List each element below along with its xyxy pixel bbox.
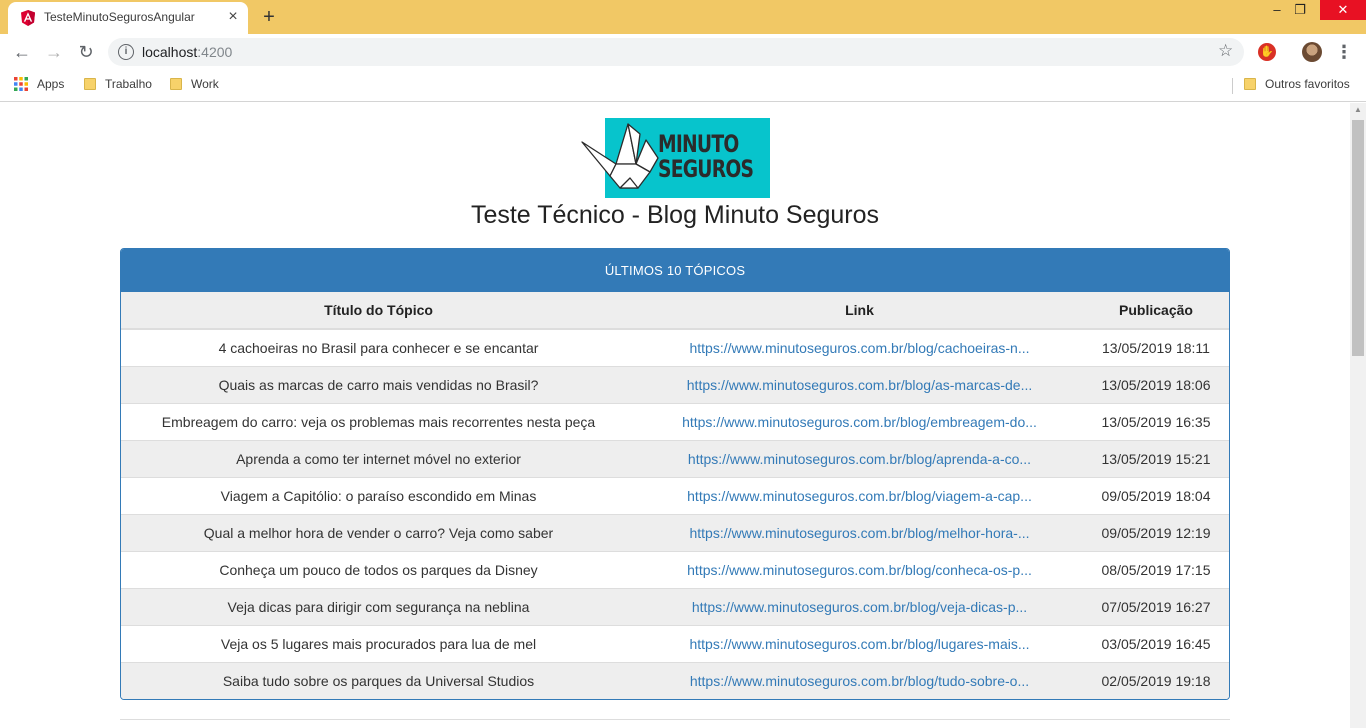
apps-grid-icon <box>14 77 28 91</box>
topic-link[interactable]: https://www.minutoseguros.com.br/blog/co… <box>687 562 1032 578</box>
topic-title: Conheça um pouco de todos os parques da … <box>121 550 636 588</box>
close-tab-icon[interactable]: × <box>224 8 242 26</box>
topics-card: ÚLTIMOS 10 TÓPICOS Título do Tópico Link… <box>120 248 1230 700</box>
browser-tab[interactable]: TesteMinutoSegurosAngular × <box>8 2 248 34</box>
topic-date: 03/05/2019 16:45 <box>1083 624 1229 662</box>
topic-date: 09/05/2019 18:04 <box>1083 476 1229 514</box>
column-header-link: Link <box>636 292 1083 330</box>
url-text[interactable]: localhost:4200 <box>142 44 232 60</box>
topic-title: Aprenda a como ter internet móvel no ext… <box>121 439 636 477</box>
maximize-button[interactable]: ❐ <box>1280 0 1320 20</box>
logo-line-2: SEGUROS <box>658 155 754 183</box>
reload-icon[interactable]: ↻ <box>74 40 98 64</box>
topic-link[interactable]: https://www.minutoseguros.com.br/blog/em… <box>682 414 1037 430</box>
new-tab-icon[interactable]: + <box>258 6 280 28</box>
table-row: Saiba tudo sobre os parques da Universal… <box>121 661 1229 699</box>
browser-tab-bar: TesteMinutoSegurosAngular × + – ❐ ✕ <box>0 0 1366 34</box>
back-arrow-icon[interactable]: ← <box>10 40 34 64</box>
topic-link[interactable]: https://www.minutoseguros.com.br/blog/ap… <box>688 451 1031 467</box>
topic-date: 02/05/2019 19:18 <box>1083 661 1229 699</box>
info-icon[interactable]: i <box>118 44 134 60</box>
browser-toolbar: ← → ↻ i localhost:4200 ☆ ✋ ⋮ <box>0 34 1366 70</box>
logo-line-1: MINUTO <box>658 130 739 158</box>
bookmark-trabalho[interactable]: Trabalho <box>84 77 152 95</box>
topic-link[interactable]: https://www.minutoseguros.com.br/blog/ve… <box>692 599 1027 615</box>
topic-link[interactable]: https://www.minutoseguros.com.br/blog/as… <box>687 377 1032 393</box>
scrollbar-thumb[interactable] <box>1352 120 1364 356</box>
folder-icon <box>1244 78 1256 90</box>
topic-date: 13/05/2019 18:11 <box>1083 328 1229 366</box>
topic-title: 4 cachoeiras no Brasil para conhecer e s… <box>121 328 636 366</box>
bookmark-star-icon[interactable]: ☆ <box>1218 41 1233 61</box>
topic-link[interactable]: https://www.minutoseguros.com.br/blog/ca… <box>689 340 1029 356</box>
table-row: Conheça um pouco de todos os parques da … <box>121 550 1229 588</box>
topic-date: 13/05/2019 16:35 <box>1083 402 1229 440</box>
topic-title: Saiba tudo sobre os parques da Universal… <box>121 661 636 699</box>
bookmark-label: Apps <box>37 77 65 91</box>
table-header-row: Título do Tópico Link Publicação <box>121 292 1229 330</box>
folder-icon <box>84 78 96 90</box>
topic-link[interactable]: https://www.minutoseguros.com.br/blog/vi… <box>687 488 1032 504</box>
minuto-seguros-logo: MINUTO SEGUROS <box>580 118 770 198</box>
column-header-publication: Publicação <box>1083 292 1229 330</box>
table-row: Aprenda a como ter internet móvel no ext… <box>121 439 1229 477</box>
scroll-up-arrow-icon[interactable]: ▲ <box>1350 105 1366 117</box>
footer-divider <box>120 719 1230 720</box>
logo-text: MINUTO SEGUROS <box>658 130 754 183</box>
topic-title: Veja dicas para dirigir com segurança na… <box>121 587 636 625</box>
topic-title: Qual a melhor hora de vender o carro? Ve… <box>121 513 636 551</box>
topic-link[interactable]: https://www.minutoseguros.com.br/blog/me… <box>689 525 1029 541</box>
table-row: Veja os 5 lugares mais procurados para l… <box>121 624 1229 662</box>
bookmarks-bar: Apps Trabalho Work Outros favoritos <box>0 70 1366 102</box>
topic-title: Viagem a Capitólio: o paraíso escondido … <box>121 476 636 514</box>
topic-date: 07/05/2019 16:27 <box>1083 587 1229 625</box>
topic-date: 13/05/2019 15:21 <box>1083 439 1229 477</box>
angular-icon <box>21 10 35 26</box>
topic-date: 09/05/2019 12:19 <box>1083 513 1229 551</box>
url-host: localhost <box>142 44 198 60</box>
table-row: Viagem a Capitólio: o paraíso escondido … <box>121 476 1229 514</box>
table-row: Veja dicas para dirigir com segurança na… <box>121 587 1229 625</box>
address-bar[interactable]: i localhost:4200 ☆ <box>108 38 1244 66</box>
page-scrollbar[interactable]: ▲ <box>1350 103 1366 728</box>
close-window-button[interactable]: ✕ <box>1320 0 1366 20</box>
folder-icon <box>170 78 182 90</box>
url-port: :4200 <box>197 44 233 60</box>
table-row: Qual a melhor hora de vender o carro? Ve… <box>121 513 1229 551</box>
forward-arrow-icon[interactable]: → <box>42 40 66 64</box>
page-content: MINUTO SEGUROS Teste Técnico - Blog Minu… <box>0 103 1350 728</box>
bookmark-label: Outros favoritos <box>1265 77 1350 91</box>
more-menu-icon[interactable]: ⋮ <box>1334 40 1354 64</box>
bookmarks-separator <box>1232 78 1233 94</box>
page-title: Teste Técnico - Blog Minuto Seguros <box>470 201 880 229</box>
column-header-title: Título do Tópico <box>121 292 636 330</box>
topic-date: 13/05/2019 18:06 <box>1083 365 1229 403</box>
topic-title: Quais as marcas de carro mais vendidas n… <box>121 365 636 403</box>
table-row: Quais as marcas de carro mais vendidas n… <box>121 365 1229 403</box>
bookmark-label: Trabalho <box>105 77 152 91</box>
bookmark-apps[interactable]: Apps <box>14 77 64 95</box>
bookmark-label: Work <box>191 77 219 91</box>
topic-title: Embreagem do carro: veja os problemas ma… <box>121 402 636 440</box>
table-row: 4 cachoeiras no Brasil para conhecer e s… <box>121 328 1229 366</box>
topic-link[interactable]: https://www.minutoseguros.com.br/blog/lu… <box>689 636 1029 652</box>
adblock-extension-icon[interactable]: ✋ <box>1258 43 1276 61</box>
topics-table: Título do Tópico Link Publicação 4 cacho… <box>121 292 1229 699</box>
card-header: ÚLTIMOS 10 TÓPICOS <box>121 249 1229 292</box>
tab-title: TesteMinutoSegurosAngular <box>44 10 195 24</box>
bookmark-work[interactable]: Work <box>170 77 219 95</box>
topic-link[interactable]: https://www.minutoseguros.com.br/blog/tu… <box>690 673 1029 689</box>
profile-avatar[interactable] <box>1302 42 1322 62</box>
topic-title: Veja os 5 lugares mais procurados para l… <box>121 624 636 662</box>
topic-date: 08/05/2019 17:15 <box>1083 550 1229 588</box>
table-row: Embreagem do carro: veja os problemas ma… <box>121 402 1229 440</box>
bookmark-outros-favoritos[interactable]: Outros favoritos <box>1244 77 1350 95</box>
